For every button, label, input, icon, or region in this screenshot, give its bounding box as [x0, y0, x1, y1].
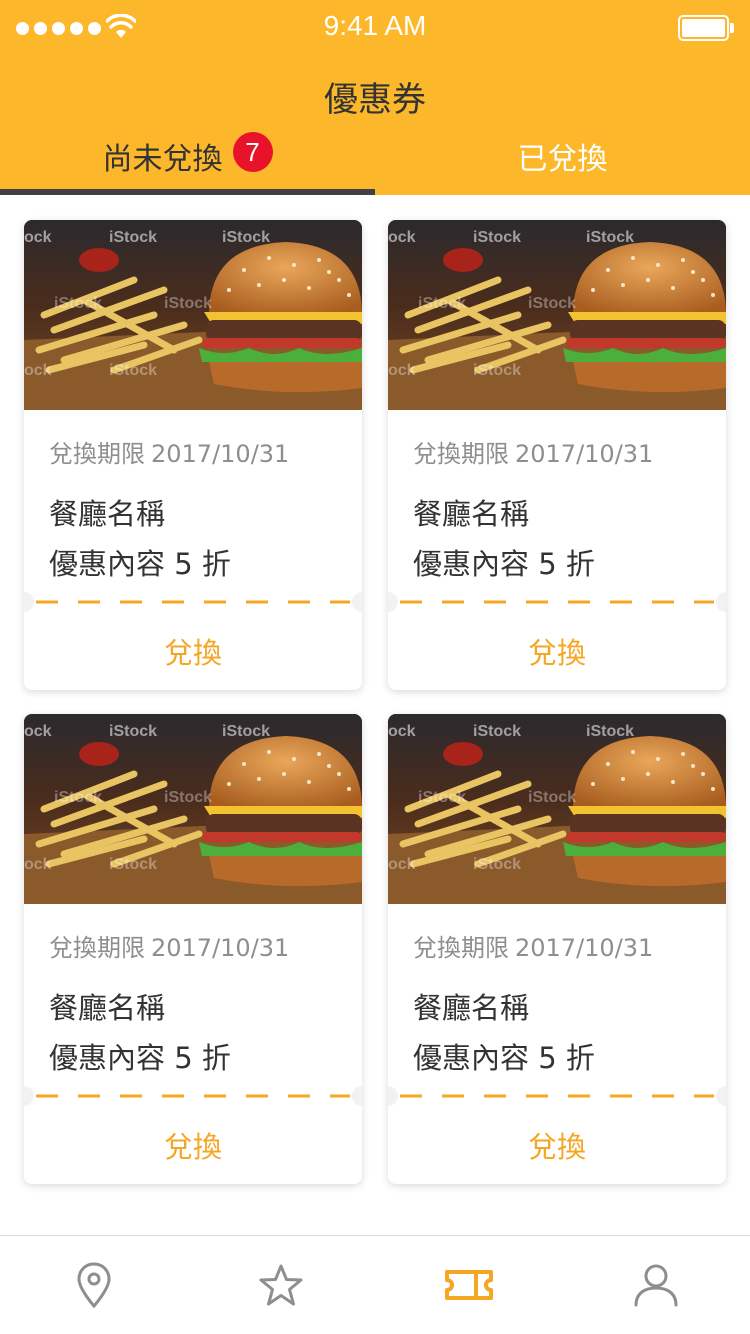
- svg-text:iStock: iStock: [54, 789, 102, 806]
- svg-text:iStock: iStock: [222, 723, 270, 740]
- deadline-date: 2017/10/31: [515, 440, 654, 468]
- tab-label: 已兌換: [517, 142, 608, 177]
- svg-text:iStock: iStock: [222, 229, 270, 246]
- svg-text:ock: ock: [24, 362, 52, 379]
- nav-coupons[interactable]: [375, 1236, 563, 1334]
- perforation-divider: [400, 600, 714, 604]
- svg-text:iStock: iStock: [54, 295, 102, 312]
- svg-text:ock: ock: [24, 723, 52, 740]
- restaurant-name: 餐廳名稱: [49, 497, 166, 531]
- tab-unredeemed[interactable]: 尚未兌換 7: [0, 128, 375, 195]
- perforation-divider: [400, 1094, 714, 1098]
- coupon-info: 兌換期限 2017/10/31 餐廳名稱 優惠內容 5 折: [49, 434, 289, 583]
- perforation-divider: [36, 1094, 350, 1098]
- svg-text:iStock: iStock: [109, 723, 157, 740]
- coupon-info: 兌換期限 2017/10/31 餐廳名稱 優惠內容 5 折: [413, 928, 653, 1077]
- svg-text:iStock: iStock: [528, 295, 576, 312]
- redeem-button[interactable]: 兌換: [388, 1106, 726, 1184]
- deadline-date: 2017/10/31: [151, 934, 290, 962]
- deadline: 兌換期限 2017/10/31: [49, 928, 289, 963]
- svg-text:iStock: iStock: [586, 229, 634, 246]
- coupon-info: 兌換期限 2017/10/31 餐廳名稱 優惠內容 5 折: [49, 928, 289, 1077]
- bottom-nav: [0, 1235, 750, 1334]
- svg-text:iStock: iStock: [109, 856, 157, 873]
- svg-text:iStock: iStock: [418, 789, 466, 806]
- map-pin-icon: [77, 1262, 111, 1309]
- deadline: 兌換期限 2017/10/31: [49, 434, 289, 469]
- app-header: 9:41 AM 優惠券 尚未兌換 7 已兌換: [0, 0, 750, 195]
- status-bar: 9:41 AM: [0, 0, 750, 56]
- coupon-card[interactable]: iStock iStock ock iStock iStock ock iSto…: [24, 220, 362, 690]
- burger-fries-photo: iStock iStock ock iStock iStock ock iSto…: [388, 220, 726, 410]
- battery-icon: [678, 15, 734, 41]
- svg-text:iStock: iStock: [164, 789, 212, 806]
- svg-text:iStock: iStock: [586, 723, 634, 740]
- coupon-card[interactable]: iStock iStock ock iStock iStock ock iSto…: [388, 714, 726, 1184]
- svg-text:iStock: iStock: [164, 295, 212, 312]
- burger-fries-photo: iStock iStock ock iStock iStock ock iSto…: [24, 220, 362, 410]
- svg-text:iStock: iStock: [109, 362, 157, 379]
- deadline-date: 2017/10/31: [151, 440, 290, 468]
- svg-text:ock: ock: [388, 856, 416, 873]
- svg-text:iStock: iStock: [418, 295, 466, 312]
- redeem-button[interactable]: 兌換: [24, 612, 362, 690]
- svg-text:iStock: iStock: [473, 856, 521, 873]
- ticket-icon: [444, 1270, 493, 1300]
- coupon-info: 兌換期限 2017/10/31 餐廳名稱 優惠內容 5 折: [413, 434, 653, 583]
- discount-text: 優惠內容 5 折: [413, 547, 595, 581]
- deadline: 兌換期限 2017/10/31: [413, 928, 653, 963]
- count-badge: 7: [232, 132, 273, 172]
- burger-fries-photo: iStock iStock ock iStock iStock ock iSto…: [388, 714, 726, 904]
- svg-text:ock: ock: [24, 856, 52, 873]
- redeem-button[interactable]: 兌換: [388, 612, 726, 690]
- svg-text:ock: ock: [24, 229, 52, 246]
- restaurant-name: 餐廳名稱: [413, 497, 530, 531]
- deadline-label: 兌換期限: [413, 440, 509, 468]
- redeem-button[interactable]: 兌換: [24, 1106, 362, 1184]
- svg-text:iStock: iStock: [473, 362, 521, 379]
- status-time: 9:41 AM: [323, 10, 427, 41]
- deadline-label: 兌換期限: [49, 440, 145, 468]
- restaurant-name: 餐廳名稱: [413, 991, 530, 1025]
- tab-redeemed[interactable]: 已兌換: [375, 128, 750, 195]
- svg-text:iStock: iStock: [109, 229, 157, 246]
- deadline: 兌換期限 2017/10/31: [413, 434, 653, 469]
- perforation-divider: [36, 600, 350, 604]
- coupon-card[interactable]: iStock iStock ock iStock iStock ock iSto…: [24, 714, 362, 1184]
- star-icon: [259, 1264, 303, 1306]
- nav-map[interactable]: [0, 1236, 188, 1334]
- restaurant-name: 餐廳名稱: [49, 991, 166, 1025]
- tab-bar: 尚未兌換 7 已兌換: [0, 128, 750, 195]
- svg-text:iStock: iStock: [473, 229, 521, 246]
- svg-text:ock: ock: [388, 723, 416, 740]
- deadline-label: 兌換期限: [413, 934, 509, 962]
- svg-text:ock: ock: [388, 229, 416, 246]
- tab-label: 尚未兌換: [102, 142, 223, 177]
- svg-text:iStock: iStock: [473, 723, 521, 740]
- svg-text:ock: ock: [388, 362, 416, 379]
- page-title: 優惠券: [324, 80, 426, 120]
- discount-text: 優惠內容 5 折: [413, 1041, 595, 1075]
- deadline-label: 兌換期限: [49, 934, 145, 962]
- burger-fries-photo: iStock iStock ock iStock iStock ock iSto…: [24, 714, 362, 904]
- nav-favorites[interactable]: [188, 1236, 376, 1334]
- coupon-card[interactable]: iStock iStock ock iStock iStock ock iSto…: [388, 220, 726, 690]
- nav-profile[interactable]: [563, 1236, 750, 1334]
- deadline-date: 2017/10/31: [515, 934, 654, 962]
- svg-text:iStock: iStock: [528, 789, 576, 806]
- discount-text: 優惠內容 5 折: [49, 547, 231, 581]
- user-icon: [634, 1264, 678, 1307]
- discount-text: 優惠內容 5 折: [49, 1041, 231, 1075]
